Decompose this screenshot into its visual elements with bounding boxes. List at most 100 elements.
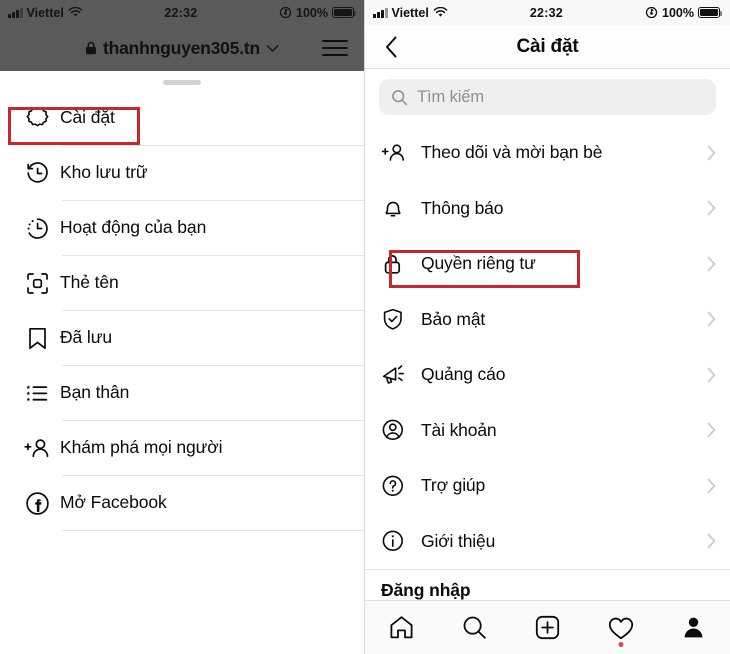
shield-check-icon [381, 307, 421, 331]
settings-item-label: Tài khoản [421, 419, 497, 440]
status-time: 22:32 [164, 5, 198, 20]
search-container: Tìm kiếm [365, 69, 730, 123]
battery-full-icon [698, 7, 723, 18]
close-friends-icon [14, 380, 60, 407]
back-button[interactable] [379, 35, 403, 59]
chevron-right-icon [707, 367, 716, 383]
tab-home[interactable] [376, 605, 428, 651]
sidebar-item-label: Khám phá mọi người [60, 437, 223, 458]
settings-item-label: Thông báo [421, 197, 504, 218]
settings-item-label: Trợ giúp [421, 475, 486, 495]
settings-item-label: Giới thiệu [421, 530, 496, 551]
settings-list: Theo dõi và mời bạn bè Thông báo Quyền r… [365, 123, 730, 601]
settings-gear-icon [14, 105, 60, 132]
sidebar-item-label: Kho lưu trữ [60, 162, 148, 183]
right-panel: Viettel 22:32 100% Cài đặt Tìm kiếm Theo… [365, 0, 730, 654]
wifi-icon [433, 7, 448, 18]
notification-badge [618, 641, 623, 647]
hamburger-menu-icon[interactable] [322, 40, 348, 56]
facebook-icon [14, 490, 60, 517]
heart-icon [608, 617, 633, 639]
sidebar-item-open-facebook[interactable]: Mở Facebook [0, 476, 364, 530]
sidebar-item-nametag[interactable]: Thẻ tên [0, 256, 364, 310]
bell-icon [381, 196, 421, 220]
activity-clock-icon [14, 215, 60, 242]
settings-item-notifications[interactable]: Thông báo [365, 181, 730, 237]
signal-bars-icon [373, 7, 388, 18]
settings-item-follow-invite[interactable]: Theo dõi và mời bạn bè [365, 125, 730, 181]
rotation-lock-icon [279, 6, 292, 19]
status-bar-right: Viettel 22:32 100% [365, 0, 730, 25]
chevron-left-icon [385, 36, 396, 57]
bookmark-icon [14, 325, 60, 352]
settings-item-label: Quyền riêng tư [421, 253, 536, 273]
carrier-label: Viettel [391, 5, 429, 20]
sidebar-item-label: Cài đặt [60, 107, 115, 128]
tab-search[interactable] [449, 605, 501, 651]
sidebar-item-your-activity[interactable]: Hoạt động của bạn [0, 201, 364, 255]
page-title: Cài đặt [516, 35, 579, 57]
chevron-right-icon [707, 200, 716, 216]
wifi-icon [68, 7, 83, 18]
info-circle-icon [381, 529, 421, 553]
sidebar-item-close-friends[interactable]: Bạn thân [0, 366, 364, 420]
chevron-right-icon [707, 533, 716, 549]
search-placeholder: Tìm kiếm [417, 87, 485, 106]
battery-full-icon [332, 7, 357, 18]
search-input[interactable]: Tìm kiếm [379, 79, 716, 115]
tab-add-post[interactable] [522, 605, 574, 651]
settings-item-security[interactable]: Bảo mật [365, 292, 730, 348]
account-icon [381, 418, 421, 442]
safari-url-bar[interactable]: thanhnguyen305.tn [0, 25, 364, 71]
status-bar-left: Viettel 22:32 100% [0, 0, 364, 25]
battery-percent: 100% [296, 5, 328, 20]
chevron-right-icon [707, 145, 716, 161]
search-icon [391, 89, 408, 106]
sidebar-item-archive[interactable]: Kho lưu trữ [0, 146, 364, 200]
sidebar-item-label: Đã lưu [60, 327, 112, 348]
left-panel: Viettel 22:32 100% thanhnguyen305.tn Cài… [0, 0, 365, 654]
sidebar-item-label: Hoạt động của bạn [60, 217, 207, 238]
settings-item-account[interactable]: Tài khoản [365, 403, 730, 459]
discover-people-icon [14, 435, 60, 462]
tab-profile[interactable] [668, 605, 720, 651]
search-icon [463, 616, 486, 639]
screen: Viettel 22:32 100% thanhnguyen305.tn Cài… [0, 0, 730, 654]
add-person-icon [381, 141, 421, 165]
settings-item-label: Theo dõi và mời bạn bè [421, 142, 603, 162]
bottom-sheet: Cài đặt Kho lưu trữ Hoạt động của bạn Th… [0, 71, 364, 654]
chevron-down-icon[interactable] [266, 44, 279, 53]
home-icon [390, 616, 413, 639]
sidebar-item-label: Mở Facebook [60, 492, 167, 513]
signal-bars-icon [8, 7, 23, 18]
sidebar-item-label: Bạn thân [60, 382, 130, 403]
status-time: 22:32 [529, 5, 563, 20]
chevron-right-icon [707, 311, 716, 327]
chevron-right-icon [707, 422, 716, 438]
chevron-right-icon [707, 478, 716, 494]
bottom-tab-bar [365, 600, 730, 654]
navigation-bar: Cài đặt [365, 25, 730, 69]
tab-activity[interactable] [595, 605, 647, 651]
url-text[interactable]: thanhnguyen305.tn [103, 38, 260, 59]
sidebar-item-settings[interactable]: Cài đặt [0, 91, 364, 145]
sidebar-item-saved[interactable]: Đã lưu [0, 311, 364, 365]
help-circle-icon [381, 474, 421, 498]
profile-icon [684, 617, 703, 638]
settings-item-help[interactable]: Trợ giúp [365, 458, 730, 514]
chevron-right-icon [707, 256, 716, 272]
settings-item-label: Bảo mật [421, 308, 486, 329]
sidebar-item-label: Thẻ tên [60, 272, 119, 293]
nametag-icon [14, 270, 60, 297]
carrier-label: Viettel [26, 5, 64, 20]
battery-percent: 100% [662, 5, 694, 20]
section-header-login: Đăng nhập [381, 580, 471, 600]
settings-item-about[interactable]: Giới thiệu [365, 514, 730, 570]
settings-item-label: Quảng cáo [421, 364, 506, 384]
sidebar-item-discover-people[interactable]: Khám phá mọi người [0, 421, 364, 475]
settings-item-ads[interactable]: Quảng cáo [365, 347, 730, 403]
left-menu-list: Cài đặt Kho lưu trữ Hoạt động của bạn Th… [0, 85, 364, 531]
settings-item-privacy[interactable]: Quyền riêng tư [365, 236, 730, 292]
archive-clock-icon [14, 160, 60, 187]
lock-icon [381, 252, 421, 276]
